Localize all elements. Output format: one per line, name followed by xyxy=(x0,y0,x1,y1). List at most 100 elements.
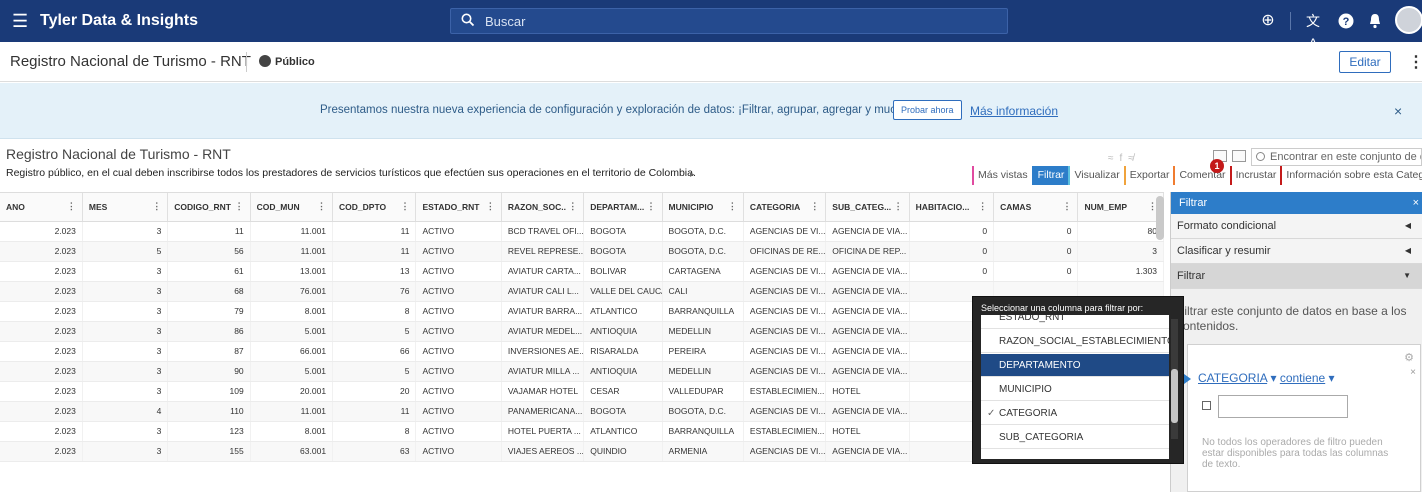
close-panel-icon[interactable]: × xyxy=(1413,192,1419,214)
table-cell[interactable]: AGENCIA DE VIA... xyxy=(825,321,910,342)
table-cell[interactable]: ACTIVO xyxy=(415,421,502,442)
section-filtrar[interactable]: Filtrar ▼ xyxy=(1171,264,1422,289)
table-cell[interactable]: AVIATUR CALI L... xyxy=(501,281,585,302)
table-cell[interactable]: 56 xyxy=(167,241,251,262)
option-sub-categoria[interactable]: SUB_CATEGORIA xyxy=(981,426,1169,449)
table-cell[interactable]: AGENCIA DE VIA... xyxy=(825,401,910,422)
column-menu-icon[interactable]: ⋮ xyxy=(486,201,495,212)
hamburger-menu-icon[interactable]: ☰ xyxy=(12,11,28,31)
column-header[interactable]: CODIGO_RNT ⋮ xyxy=(167,193,251,222)
table-cell[interactable]: 3 xyxy=(82,441,169,462)
filter-value-input[interactable] xyxy=(1218,395,1348,418)
table-cell[interactable]: ATLANTICO xyxy=(583,421,663,442)
table-cell[interactable]: ACTIVO xyxy=(415,301,502,322)
table-cell[interactable]: HOTEL xyxy=(825,421,910,442)
table-cell[interactable]: 86 xyxy=(167,321,251,342)
table-cell[interactable]: VIAJES AEREOS ... xyxy=(501,441,585,462)
table-cell[interactable]: RISARALDA xyxy=(583,341,663,362)
table-cell[interactable]: AGENCIAS DE VI... xyxy=(743,261,827,282)
more-info-link[interactable]: Más información xyxy=(970,104,1058,118)
table-cell[interactable]: VALLE DEL CAUCA xyxy=(583,281,663,302)
column-menu-icon[interactable]: ⋮ xyxy=(568,201,577,212)
column-menu-icon[interactable]: ⋮ xyxy=(810,201,819,212)
table-cell[interactable]: 11 xyxy=(332,241,417,262)
edit-button[interactable]: Editar xyxy=(1339,51,1391,73)
table-cell[interactable]: 2.023 xyxy=(0,441,83,462)
table-cell[interactable]: AGENCIA DE VIA... xyxy=(825,261,910,282)
table-cell[interactable]: AGENCIA DE VIA... xyxy=(825,341,910,362)
table-cell[interactable]: 11 xyxy=(332,221,417,242)
table-cell[interactable]: 1.303 xyxy=(1077,261,1164,282)
table-cell[interactable]: 13.001 xyxy=(250,261,334,282)
table-cell[interactable]: 2.023 xyxy=(0,281,83,302)
grid-scrollbar[interactable] xyxy=(1156,196,1164,240)
table-cell[interactable]: 5 xyxy=(332,321,417,342)
table-cell[interactable]: ACTIVO xyxy=(415,361,502,382)
table-cell[interactable]: 2.023 xyxy=(0,361,83,382)
column-header[interactable]: MUNICIPIO ⋮ xyxy=(662,193,744,222)
table-cell[interactable]: 5.001 xyxy=(250,321,334,342)
table-cell[interactable]: BARRANQUILLA xyxy=(662,301,744,322)
gear-icon[interactable]: ⚙ xyxy=(1404,351,1414,364)
table-cell[interactable]: 20.001 xyxy=(250,381,334,402)
table-cell[interactable]: 0 xyxy=(993,221,1079,242)
tab-visualizar[interactable]: Visualizar xyxy=(1068,166,1124,185)
column-header[interactable]: NUM_EMP ⋮ xyxy=(1077,193,1164,222)
table-cell[interactable]: 4 xyxy=(82,401,169,422)
table-cell[interactable]: AGENCIAS DE VI... xyxy=(743,441,827,462)
table-cell[interactable]: 123 xyxy=(167,421,251,442)
table-cell[interactable]: PANAMERICANA... xyxy=(501,401,585,422)
section-formato-condicional[interactable]: Formato condicional ◀ xyxy=(1171,214,1422,239)
table-cell[interactable]: 11.001 xyxy=(250,241,334,262)
table-cell[interactable]: ARMENIA xyxy=(662,441,744,462)
table-cell[interactable]: CARTAGENA xyxy=(662,261,744,282)
column-header[interactable]: CAMAS ⋮ xyxy=(993,193,1079,222)
table-cell[interactable]: 3 xyxy=(82,341,169,362)
table-cell[interactable]: 2.023 xyxy=(0,381,83,402)
column-header[interactable]: HABITACIO... ⋮ xyxy=(909,193,995,222)
tab-mas-vistas[interactable]: Más vistas xyxy=(972,166,1032,185)
translate-icon[interactable]: 文A xyxy=(1302,10,1324,51)
table-cell[interactable]: AGENCIAS DE VI... xyxy=(743,281,827,302)
table-cell[interactable]: QUINDIO xyxy=(583,441,663,462)
table-cell[interactable]: ACTIVO xyxy=(415,321,502,342)
table-cell[interactable]: AVIATUR CARTA... xyxy=(501,261,585,282)
table-cell[interactable]: 76.001 xyxy=(250,281,334,302)
filter-checkbox[interactable] xyxy=(1202,401,1211,410)
table-cell[interactable]: BOGOTA, D.C. xyxy=(662,401,744,422)
table-cell[interactable]: BOGOTA xyxy=(583,401,663,422)
table-cell[interactable]: 3 xyxy=(82,321,169,342)
table-row[interactable]: 2.023 5 56 11.001 11 ACTIVO REVEL REPRESE... BO… xyxy=(0,241,1164,262)
table-cell[interactable]: 155 xyxy=(167,441,251,462)
table-cell[interactable]: ANTIOQUIA xyxy=(583,361,663,382)
table-cell[interactable]: BOGOTA, D.C. xyxy=(662,241,744,262)
table-cell[interactable]: AGENCIA DE VIA... xyxy=(825,361,910,382)
table-cell[interactable]: 2.023 xyxy=(0,221,83,242)
column-header[interactable]: ANO ⋮ xyxy=(0,193,83,222)
table-cell[interactable]: ACTIVO xyxy=(415,241,502,262)
column-menu-icon[interactable]: ⋮ xyxy=(67,201,76,212)
table-cell[interactable]: 13 xyxy=(332,261,417,282)
table-cell[interactable]: 5 xyxy=(82,241,169,262)
table-cell[interactable]: OFICINA DE REP... xyxy=(825,241,910,262)
table-cell[interactable]: 0 xyxy=(993,261,1079,282)
option-departamento[interactable]: DEPARTAMENTO xyxy=(981,354,1169,377)
table-cell[interactable]: ATLANTICO xyxy=(583,301,663,322)
table-cell[interactable]: AGENCIAS DE VI... xyxy=(743,301,827,322)
table-cell[interactable]: AVIATUR MEDEL... xyxy=(501,321,585,342)
option-estado-rnt[interactable]: ESTADO_RNT xyxy=(981,315,1169,329)
column-header[interactable]: MES ⋮ xyxy=(82,193,169,222)
column-menu-icon[interactable]: ⋮ xyxy=(728,201,737,212)
table-cell[interactable]: HOTEL PUERTA ... xyxy=(501,421,585,442)
column-header[interactable]: ESTADO_RNT ⋮ xyxy=(415,193,502,222)
table-cell[interactable]: 8 xyxy=(332,301,417,322)
table-cell[interactable]: AVIATUR MILLA ... xyxy=(501,361,585,382)
notification-bell-icon[interactable] xyxy=(1364,10,1386,32)
help-icon[interactable]: ? xyxy=(1335,10,1357,32)
table-cell[interactable]: 2.023 xyxy=(0,341,83,362)
table-cell[interactable]: 3 xyxy=(82,301,169,322)
table-cell[interactable]: ESTABLECIMIEN... xyxy=(743,381,827,402)
table-cell[interactable]: 79 xyxy=(167,301,251,322)
table-cell[interactable]: 68 xyxy=(167,281,251,302)
table-cell[interactable]: ACTIVO xyxy=(415,341,502,362)
